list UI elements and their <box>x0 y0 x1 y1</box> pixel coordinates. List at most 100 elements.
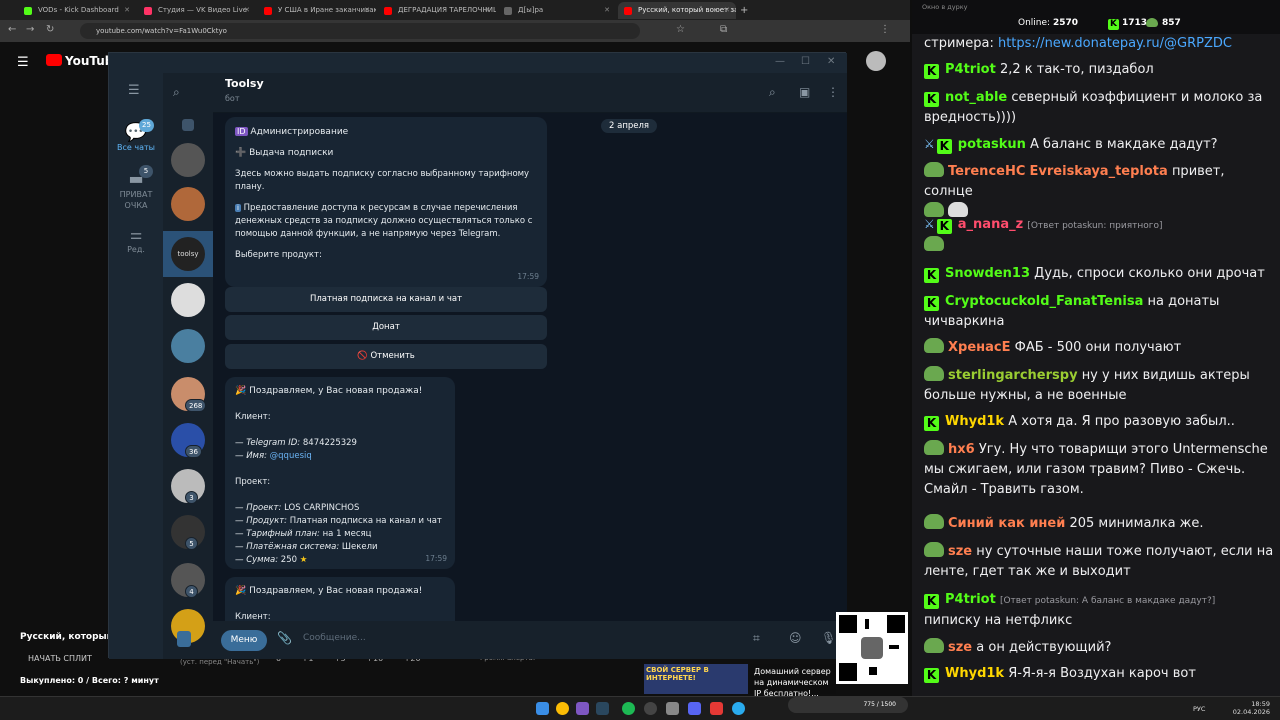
message-input[interactable]: Сообщение... <box>303 633 366 643</box>
avatar[interactable] <box>171 143 205 177</box>
chat-message: sze а он действующий? <box>924 638 1274 658</box>
sidebar-toggle-icon[interactable]: ▣ <box>799 85 810 99</box>
taskbar: РУС 18:59 02.04.2026 <box>0 696 1280 720</box>
donation-progress-bar: 775 / 1500 <box>788 697 908 713</box>
emoji-icon[interactable]: ☺ <box>789 631 802 645</box>
hamburger-icon[interactable]: ☰ <box>17 55 29 70</box>
close-icon[interactable]: ✕ <box>364 2 370 19</box>
chat-username[interactable]: P4triot <box>945 592 996 607</box>
keyboard-icon[interactable]: ⌗ <box>753 631 760 646</box>
chat-message: K Whyd1k А хотя да. Я про разовую забыл.. <box>924 412 1274 432</box>
discord-icon[interactable] <box>688 702 701 715</box>
chat-username[interactable]: sze <box>948 544 972 559</box>
search-icon[interactable]: ⌕ <box>173 85 180 100</box>
more-icon[interactable]: ⋮ <box>827 85 839 99</box>
menu-icon[interactable]: ⋮ <box>880 24 890 35</box>
minimize-icon[interactable]: — <box>775 56 785 67</box>
new-tab-button[interactable]: + <box>736 2 752 19</box>
close-icon[interactable]: ✕ <box>827 56 835 67</box>
language-indicator[interactable]: РУС <box>1193 705 1205 713</box>
chat-message: Синий как иней 205 минималка же. <box>924 514 1274 534</box>
browser-tab[interactable]: Студия — VK Видео Live ✕ <box>138 2 256 19</box>
inline-button-subscription[interactable]: Платная подписка на канал и чат <box>225 287 547 312</box>
microphone-icon[interactable]: 🎙 <box>821 631 836 645</box>
back-icon[interactable]: ← <box>8 24 16 35</box>
browser-tab[interactable]: VODs - Kick Dashboard ✕ <box>18 2 136 19</box>
server-ad[interactable]: СВОЙ СЕРВЕР В ИНТЕРНЕТЕ! <box>644 664 748 694</box>
browser-tab[interactable]: У США в Иране заканчивают ✕ <box>258 2 376 19</box>
chat-username[interactable]: Evreiskaya_teplota <box>1030 164 1168 179</box>
qr-code <box>836 612 908 684</box>
app-icon[interactable] <box>666 702 679 715</box>
chat-username[interactable]: potaskun <box>958 137 1026 152</box>
chat-username[interactable]: TerenceHC <box>948 164 1025 179</box>
app-icon[interactable] <box>576 702 589 715</box>
url-field[interactable]: youtube.com/watch?v=Fa1Wu0Cktyo <box>80 23 640 39</box>
chat-username[interactable]: Синий как иней <box>948 516 1065 531</box>
close-icon[interactable]: ✕ <box>604 2 610 19</box>
close-icon[interactable]: ✕ <box>484 2 490 19</box>
chat-list-item-selected[interactable]: toolsy <box>163 231 213 277</box>
close-icon[interactable]: ✕ <box>244 2 250 19</box>
folder-all-chats[interactable]: 💬 25 Все чаты <box>109 119 163 152</box>
folder-label: Ред. <box>127 245 145 254</box>
avatar[interactable] <box>171 283 205 317</box>
app-icon[interactable] <box>710 702 723 715</box>
chat-list: toolsy 268 36 3 5 4 <box>163 73 213 659</box>
maximize-icon[interactable]: ☐ <box>801 56 810 67</box>
browser-tab-active[interactable]: Русский, который воюет за Укр✕ <box>618 2 736 19</box>
search-icon[interactable]: ⌕ <box>769 85 776 100</box>
home-server-ad[interactable]: Домашний сервер на динамическом IP беспл… <box>750 664 836 698</box>
chat-username[interactable]: Whyd1k <box>945 414 1004 429</box>
avatar[interactable] <box>171 187 205 221</box>
inline-button-cancel[interactable]: 🚫 Отменить <box>225 344 547 369</box>
name-line: — Имя: @qquesiq <box>235 451 312 461</box>
folder-edit[interactable]: ⚌ Ред. <box>109 225 163 254</box>
hamburger-icon[interactable]: ☰ <box>128 83 140 98</box>
start-split-button[interactable]: НАЧАТЬ СПЛИТ <box>28 654 92 663</box>
inline-button-donate[interactable]: Донат <box>225 315 547 340</box>
bot-menu-button[interactable]: Меню <box>221 630 267 651</box>
donate-link[interactable]: https://new.donatepay.ru/@GRPZDC <box>998 36 1232 51</box>
chat-username[interactable]: hx6 <box>948 442 975 457</box>
close-icon[interactable]: ✕ <box>124 2 130 19</box>
star-icon[interactable]: ☆ <box>676 24 685 35</box>
forward-icon[interactable]: → <box>26 24 34 35</box>
unread-badge: 5 <box>185 537 198 550</box>
plan-line: — Тарифный план: на 1 месяц <box>235 529 372 539</box>
chat-username[interactable]: Snowden13 <box>945 266 1030 281</box>
extensions-icon[interactable]: ⧉ <box>720 24 727 35</box>
avatar[interactable] <box>866 51 886 71</box>
avatar[interactable] <box>171 329 205 363</box>
chat-message: K Whyd1k Я-Я-я-я Воздухан кароч вот <box>924 664 1274 684</box>
reload-icon[interactable]: ↻ <box>46 24 54 35</box>
telegram-icon[interactable] <box>732 702 745 715</box>
chat-username[interactable]: a_nana_z <box>958 217 1023 232</box>
folder-label: Все чаты <box>117 143 155 152</box>
chat-username[interactable]: P4triot <box>945 62 996 77</box>
folder-private[interactable]: ▬ 5 ПРИВАТ ОЧКА <box>109 165 163 211</box>
chat-username[interactable]: Cryptocuckold_FanatTenisa <box>945 294 1143 309</box>
chrome-icon[interactable] <box>556 702 569 715</box>
username-link[interactable]: @qquesiq <box>270 451 312 461</box>
browser-tab[interactable]: ДЕГРАДАЦИЯ ТАРЕЛОЧНИЦ ✕ <box>378 2 496 19</box>
archive-icon[interactable] <box>182 119 194 131</box>
kick-icon: K <box>1108 19 1119 30</box>
chat-username[interactable]: sze <box>948 640 972 655</box>
chat-username[interactable]: Whyd1k <box>945 666 1004 681</box>
attach-icon[interactable]: 📎 <box>277 631 292 645</box>
steam-icon[interactable] <box>596 702 609 715</box>
sum-line: — Сумма: 250 ★ <box>235 555 308 565</box>
windows-start-icon[interactable] <box>536 702 549 715</box>
chat-username[interactable]: ХренасЕ <box>948 340 1011 355</box>
chat-username[interactable]: sterlingarchersру <box>948 368 1078 383</box>
close-icon[interactable]: ✕ <box>724 2 730 19</box>
chat-username[interactable]: not_able <box>945 90 1007 105</box>
spotify-icon[interactable] <box>622 702 635 715</box>
obs-icon[interactable] <box>644 702 657 715</box>
star-icon: ★ <box>299 555 308 565</box>
chat-title[interactable]: Toolsy <box>225 77 264 90</box>
chat-bubble-icon: 💬 <box>124 122 148 143</box>
clock[interactable]: 18:59 02.04.2026 <box>1233 700 1270 716</box>
browser-tab[interactable]: Д[ы]ра ✕ <box>498 2 616 19</box>
